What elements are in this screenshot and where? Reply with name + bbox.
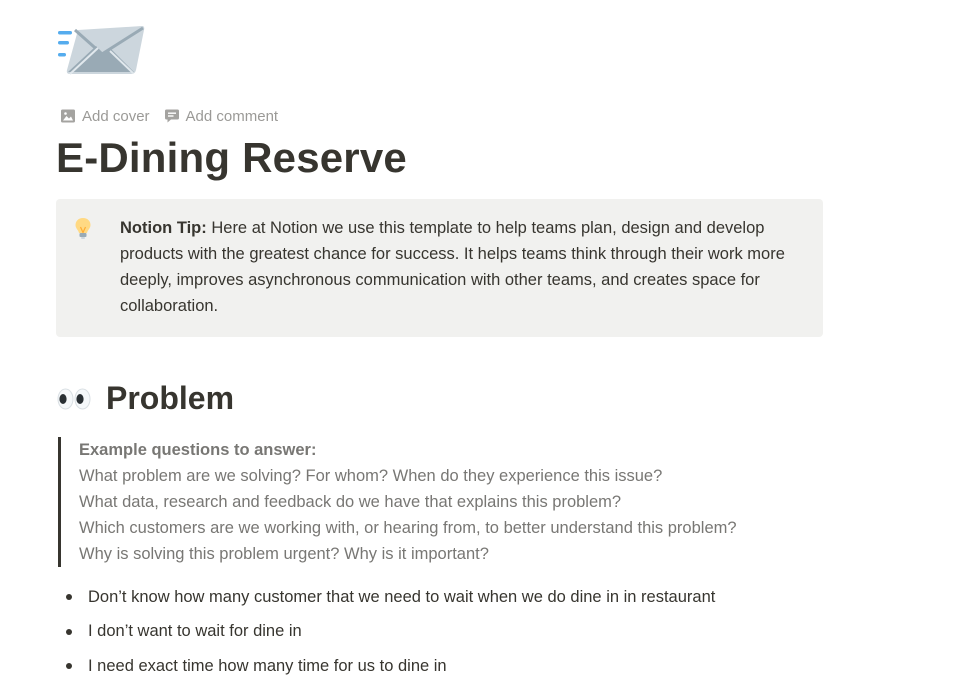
list-item-text: I need exact time how many time for us t… [88, 656, 447, 675]
example-questions-quote[interactable]: Example questions to answer: What proble… [58, 437, 798, 567]
callout-body: Here at Notion we use this template to h… [120, 219, 785, 315]
bullet-dot [66, 594, 72, 601]
quote-line: Why is solving this problem urgent? Why … [79, 545, 489, 563]
add-comment-label: Add comment [185, 107, 279, 125]
eyes-icon [56, 384, 92, 414]
page-title[interactable]: E-Dining Reserve [56, 134, 407, 182]
add-cover-button[interactable]: Add cover [60, 104, 150, 128]
callout-text: Notion Tip: Here at Notion we use this t… [120, 215, 795, 321]
light-bulb-icon[interactable] [72, 217, 94, 241]
list-item-text: I don’t want to wait for dine in [88, 622, 302, 641]
add-comment-button[interactable]: Add comment [164, 104, 279, 128]
problem-bullet-list: Don’t know how many customer that we nee… [66, 580, 715, 676]
quote-title: Example questions to answer: [79, 441, 317, 459]
problem-heading[interactable]: Problem [56, 380, 234, 417]
list-item[interactable]: I don’t want to wait for dine in [66, 615, 715, 650]
list-item-text: Don’t know how many customer that we nee… [88, 587, 716, 606]
list-item[interactable]: Don’t know how many customer that we nee… [66, 580, 715, 615]
incoming-envelope-icon[interactable] [56, 24, 146, 80]
bullet-dot [66, 628, 72, 635]
notion-tip-callout[interactable]: Notion Tip: Here at Notion we use this t… [56, 199, 823, 337]
comment-icon [164, 109, 179, 123]
page-actions: Add cover Add comment [60, 104, 278, 128]
list-item[interactable]: I need exact time how many time for us t… [66, 649, 715, 676]
quote-line: What data, research and feedback do we h… [79, 493, 622, 511]
bullet-dot [66, 663, 72, 670]
add-cover-label: Add cover [82, 107, 150, 125]
problem-heading-text: Problem [106, 380, 235, 416]
callout-label: Notion Tip: [120, 219, 207, 237]
quote-line: What problem are we solving? For whom? W… [79, 467, 663, 485]
image-icon [61, 109, 75, 123]
quote-line: Which customers are we working with, or … [79, 519, 737, 537]
